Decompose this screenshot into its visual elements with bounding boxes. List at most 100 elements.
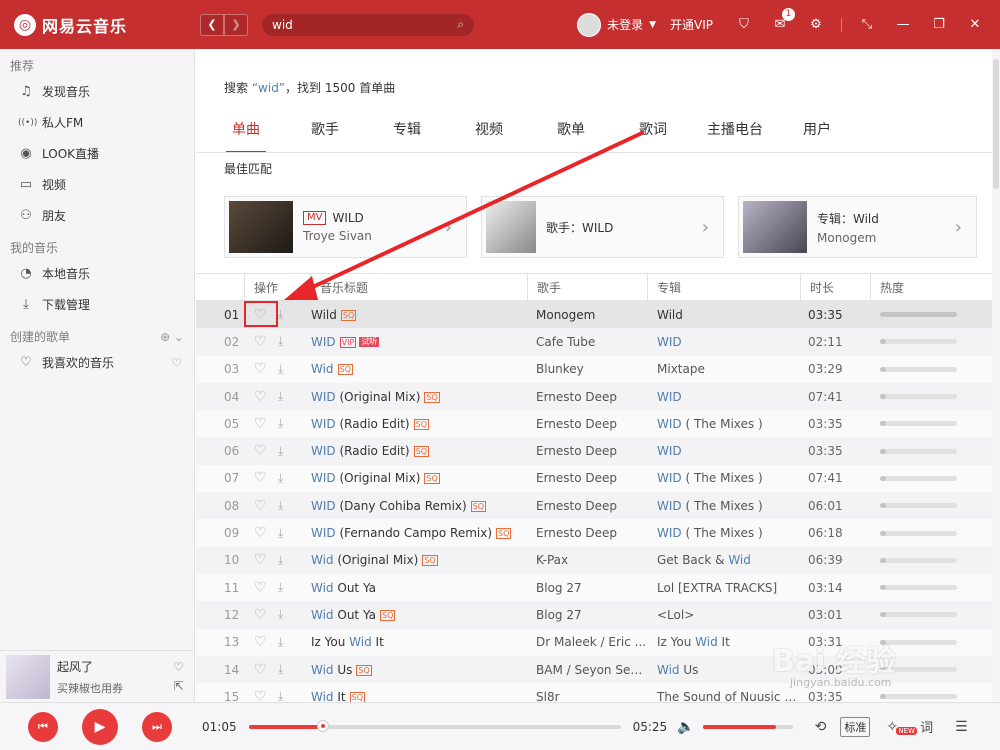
keyword-highlight[interactable]: Wid bbox=[349, 635, 372, 649]
mini-mode-button[interactable]: ⤡ bbox=[856, 14, 878, 36]
like-heart-icon[interactable]: ♡ bbox=[254, 334, 272, 350]
maximize-button[interactable]: ❐ bbox=[928, 14, 950, 36]
song-artist[interactable]: Monogem bbox=[527, 308, 647, 322]
song-title[interactable]: WID (Original Mix) SQ bbox=[310, 390, 527, 404]
song-artist[interactable]: Ernesto Deep bbox=[527, 444, 647, 458]
download-icon[interactable]: ⤓ bbox=[278, 526, 283, 541]
sidebar-item-video[interactable]: ▭ 视频 bbox=[0, 169, 194, 200]
lyrics-button[interactable]: 词 bbox=[920, 717, 933, 736]
table-row[interactable]: 10 ♡ ⤓ Wid (Original Mix) SQ K-Pax Get Back & … bbox=[196, 546, 992, 574]
like-heart-icon[interactable]: ♡ bbox=[254, 361, 272, 377]
song-title[interactable]: WID (Radio Edit) SQ bbox=[310, 444, 527, 458]
song-title[interactable]: WID VIP 试听 bbox=[310, 335, 527, 349]
download-icon[interactable]: ⤓ bbox=[278, 662, 283, 677]
search-box[interactable]: ⌕ bbox=[262, 13, 474, 36]
best-match-album-card[interactable]: 专辑：Wild Monogem › bbox=[738, 196, 977, 258]
download-icon[interactable]: ⤓ bbox=[278, 580, 283, 595]
main-scrollbar[interactable] bbox=[992, 49, 1000, 702]
song-album[interactable]: Wild bbox=[647, 308, 800, 322]
download-icon[interactable]: ⤓ bbox=[278, 471, 283, 486]
heartbeat-mode-icon[interactable]: ♡ bbox=[171, 356, 182, 370]
keyword-highlight[interactable]: WID bbox=[311, 335, 336, 349]
keyword-highlight[interactable]: WID bbox=[311, 526, 336, 540]
header-title[interactable]: 音乐标题 bbox=[310, 273, 527, 301]
tab-lyrics[interactable]: 歌词 bbox=[638, 119, 668, 151]
like-heart-icon[interactable]: ♡ bbox=[254, 470, 272, 486]
table-row[interactable]: 08 ♡ ⤓ WID (Dany Cohiba Remix) SQ Ernesto Dee… bbox=[196, 492, 992, 520]
like-heart-icon[interactable]: ♡ bbox=[254, 443, 272, 459]
best-match-artist-card[interactable]: 歌手：WILD › bbox=[481, 196, 724, 258]
app-logo[interactable]: ◎ 网易云音乐 bbox=[14, 13, 184, 37]
song-title[interactable]: WID (Fernando Campo Remix) SQ bbox=[310, 526, 527, 540]
song-album[interactable]: WID ( The Mixes ) bbox=[647, 499, 800, 513]
like-heart-icon[interactable]: ♡ bbox=[254, 689, 272, 702]
previous-track-button[interactable]: ⏮ bbox=[28, 711, 58, 742]
search-input[interactable] bbox=[272, 17, 458, 32]
song-artist[interactable]: Ernesto Deep bbox=[527, 471, 647, 485]
login-status[interactable]: 未登录 bbox=[607, 16, 643, 33]
song-album[interactable]: WID bbox=[647, 390, 800, 404]
like-heart-icon[interactable]: ♡ bbox=[254, 662, 272, 678]
like-heart-icon[interactable]: ♡ bbox=[254, 416, 272, 432]
caret-down-icon[interactable]: ▼ bbox=[649, 20, 656, 30]
song-album[interactable]: Mixtape bbox=[647, 362, 800, 376]
song-artist[interactable]: Cafe Tube bbox=[527, 335, 647, 349]
like-heart-icon[interactable]: ♡ bbox=[254, 389, 272, 405]
table-row[interactable]: 07 ♡ ⤓ WID (Original Mix) SQ Ernesto Deep WID … bbox=[196, 464, 992, 493]
table-row[interactable]: 04 ♡ ⤓ WID (Original Mix) SQ Ernesto Deep WID 0… bbox=[196, 382, 992, 411]
add-playlist-icon[interactable]: ⊕ ⌄ bbox=[160, 330, 184, 344]
table-row[interactable]: 03 ♡ ⤓ Wid SQ Blunkey Mixtape 03:29 bbox=[196, 355, 992, 383]
song-artist[interactable]: Ernesto Deep bbox=[527, 417, 647, 431]
like-heart-icon[interactable]: ♡ bbox=[254, 634, 272, 650]
table-row[interactable]: 12 ♡ ⤓ Wid Out Ya SQ Blog 27 <Lol> 03:01 bbox=[196, 601, 992, 629]
tab-songs[interactable]: 单曲 bbox=[226, 119, 266, 153]
effects-icon[interactable]: ✧ NEW bbox=[886, 719, 917, 735]
sidebar-item-downloads[interactable]: ⤓ 下载管理 bbox=[0, 289, 194, 320]
song-album[interactable]: Get Back & Wid bbox=[647, 553, 800, 567]
tab-users[interactable]: 用户 bbox=[802, 119, 832, 151]
scroll-thumb[interactable] bbox=[993, 59, 999, 189]
keyword-highlight[interactable]: Wid bbox=[311, 553, 334, 567]
header-artist[interactable]: 歌手 bbox=[527, 273, 647, 301]
tab-radio[interactable]: 主播电台 bbox=[706, 119, 764, 151]
song-title[interactable]: Wid SQ bbox=[310, 362, 527, 376]
song-artist[interactable]: K-Pax bbox=[527, 553, 647, 567]
song-artist[interactable]: Sl8r bbox=[527, 690, 647, 702]
song-artist[interactable]: Blunkey bbox=[527, 362, 647, 376]
header-duration[interactable]: 时长 bbox=[800, 273, 870, 301]
song-title[interactable]: Wid It SQ bbox=[310, 690, 527, 702]
download-icon[interactable]: ⤓ bbox=[278, 389, 283, 404]
song-album[interactable]: WID bbox=[647, 335, 800, 349]
now-playing-cover[interactable] bbox=[6, 654, 50, 699]
song-album[interactable]: WID bbox=[647, 444, 800, 458]
search-icon[interactable]: ⌕ bbox=[457, 17, 464, 32]
volume-icon[interactable]: 🔈 bbox=[677, 719, 694, 735]
keyword-highlight[interactable]: Wid bbox=[657, 663, 680, 677]
now-playing-title[interactable]: 起风了 bbox=[57, 658, 173, 675]
table-row[interactable]: 01 ♡ ⤓ Wild SQ Monogem Wild 03:35 bbox=[196, 301, 992, 329]
keyword-highlight[interactable]: WID bbox=[311, 471, 336, 485]
table-row[interactable]: 05 ♡ ⤓ WID (Radio Edit) SQ Ernesto Deep WID ( … bbox=[196, 410, 992, 438]
open-vip-link[interactable]: 开通VIP bbox=[670, 16, 713, 33]
progress-knob[interactable] bbox=[316, 719, 329, 732]
sound-quality-button[interactable]: 标准 bbox=[840, 716, 871, 737]
download-icon[interactable]: ⤓ bbox=[278, 444, 283, 459]
like-icon[interactable]: ♡ bbox=[173, 660, 184, 674]
loop-mode-icon[interactable]: ⟲ bbox=[815, 719, 827, 735]
song-artist[interactable]: Ernesto Deep bbox=[527, 526, 647, 540]
song-album[interactable]: WID ( The Mixes ) bbox=[647, 471, 800, 485]
sidebar-item-fm[interactable]: ((•)) 私人FM bbox=[0, 107, 194, 138]
sidebar-item-live[interactable]: ◉ LOOK直播 bbox=[0, 138, 194, 169]
song-album[interactable]: WID ( The Mixes ) bbox=[647, 417, 800, 431]
keyword-highlight[interactable]: Wid bbox=[311, 663, 334, 677]
now-playing-panel[interactable]: 起风了 买辣椒也用券 ♡ ⇱ bbox=[0, 650, 195, 702]
tab-playlists[interactable]: 歌单 bbox=[556, 119, 586, 151]
sidebar-item-local-music[interactable]: ◔ 本地音乐 bbox=[0, 258, 194, 289]
like-heart-icon[interactable]: ♡ bbox=[254, 607, 272, 623]
song-title[interactable]: Wid Out Ya bbox=[310, 581, 527, 595]
table-row[interactable]: 11 ♡ ⤓ Wid Out Ya Blog 27 Lol [EXTRA TRACKS] 0… bbox=[196, 573, 992, 602]
keyword-highlight[interactable]: Wid bbox=[695, 635, 718, 649]
song-title[interactable]: WID (Original Mix) SQ bbox=[310, 471, 527, 485]
download-icon[interactable]: ⤓ bbox=[278, 498, 283, 513]
tab-artists[interactable]: 歌手 bbox=[310, 119, 340, 151]
